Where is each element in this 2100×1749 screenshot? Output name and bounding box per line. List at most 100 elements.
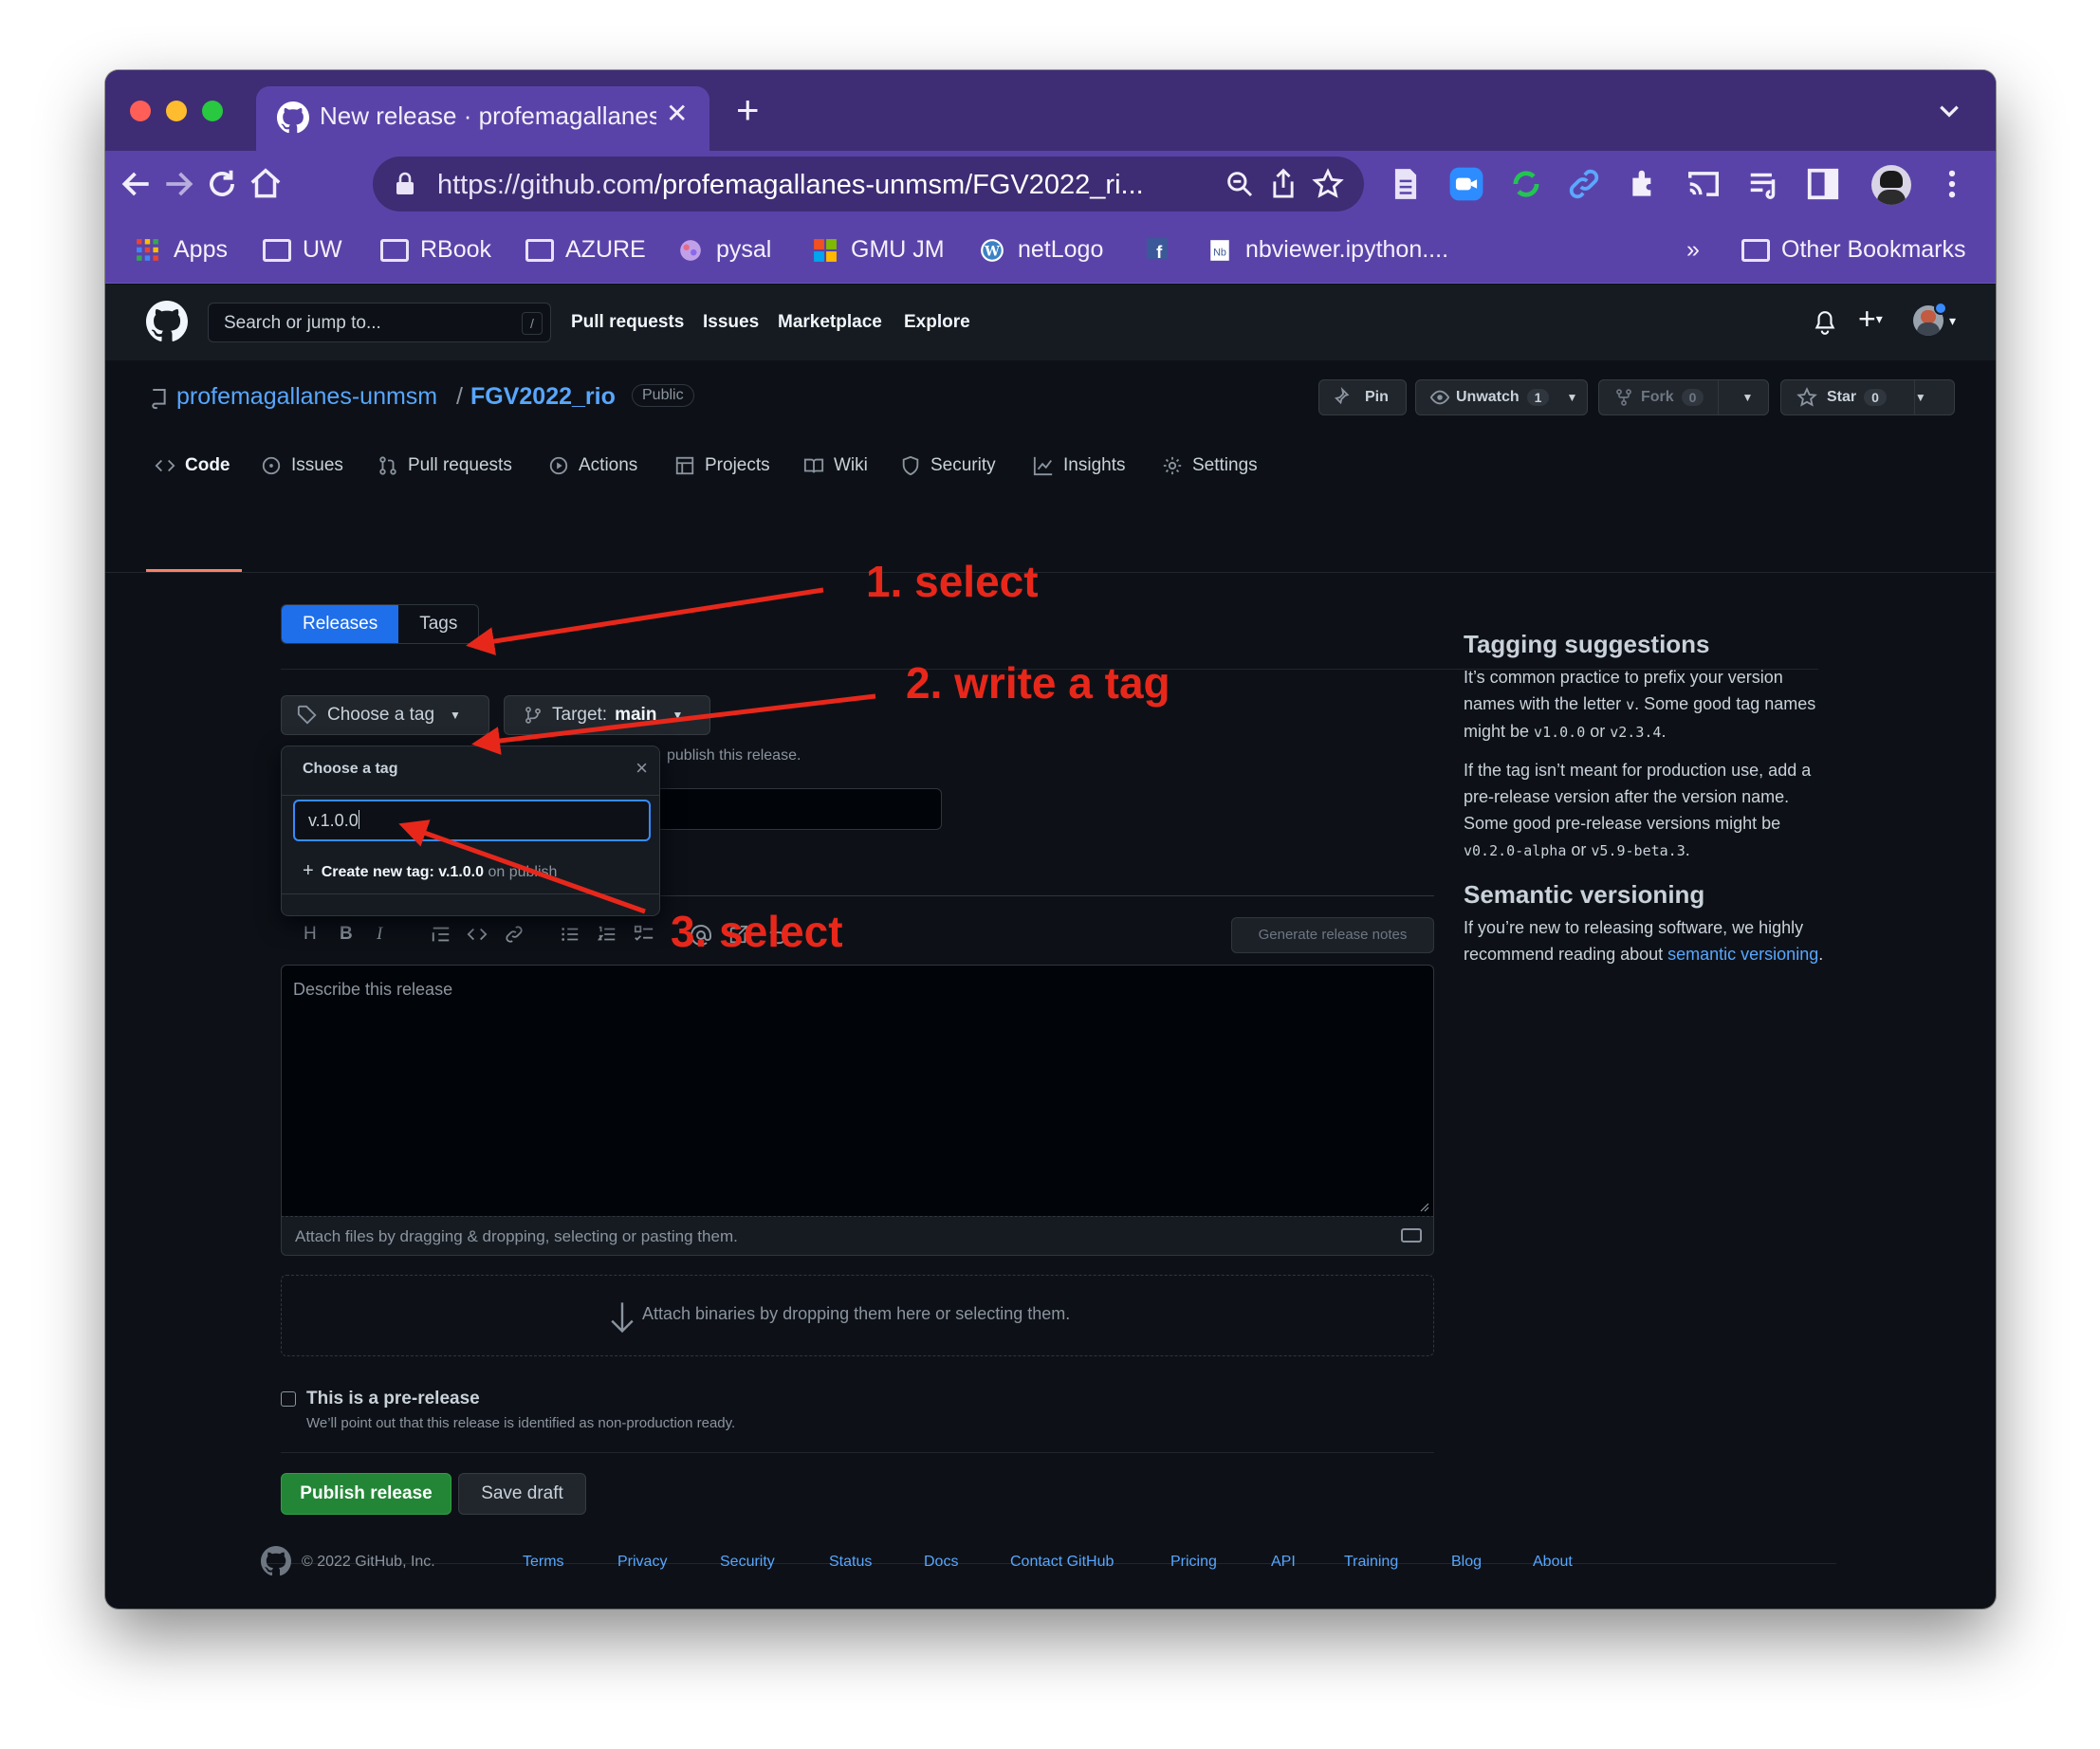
link-extension-icon[interactable]	[1566, 166, 1602, 202]
create-new-tag-option[interactable]: + Create new tag: v.1.0.0 on publish	[303, 860, 557, 882]
sync-extension-icon[interactable]	[1508, 166, 1544, 202]
bulleted-list-icon[interactable]	[560, 924, 580, 945]
bookmark-pysal[interactable]: pysal	[676, 236, 771, 264]
tab-security[interactable]: Security	[900, 455, 996, 476]
pin-button[interactable]: Pin	[1318, 379, 1407, 415]
footer-link-blog[interactable]: Blog	[1451, 1554, 1482, 1571]
footer-link-api[interactable]: API	[1271, 1554, 1296, 1571]
markdown-icon[interactable]	[1401, 1228, 1422, 1243]
media-queue-icon[interactable]	[1746, 166, 1782, 202]
footer-link-contact[interactable]: Contact GitHub	[1010, 1554, 1114, 1571]
attach-binaries-dropzone[interactable]: Attach binaries by dropping them here or…	[281, 1275, 1434, 1356]
home-icon[interactable]	[248, 166, 284, 202]
bookmark-netlogo[interactable]: W netLogo	[978, 236, 1103, 264]
address-bar[interactable]: https://github.com/profemagallanes-unmsm…	[373, 156, 1364, 212]
bookmark-apps[interactable]: Apps	[134, 236, 228, 264]
close-icon[interactable]: ×	[636, 756, 648, 781]
code-tool-icon[interactable]	[467, 924, 488, 945]
repo-owner-link[interactable]: profemagallanes-unmsm	[176, 383, 437, 411]
more-bookmarks-button[interactable]: »	[1686, 236, 1700, 264]
notifications-bell-icon[interactable]	[1813, 309, 1837, 336]
reload-icon[interactable]	[204, 166, 240, 202]
numbered-list-icon[interactable]	[597, 924, 617, 945]
forward-icon[interactable]	[160, 166, 196, 202]
lock-icon[interactable]	[394, 172, 416, 196]
tab-actions[interactable]: Actions	[548, 455, 637, 476]
profile-avatar[interactable]	[1871, 165, 1911, 205]
star-button[interactable]: Star 0 ▼	[1780, 379, 1955, 415]
cast-icon[interactable]	[1686, 166, 1722, 202]
bold-tool-icon[interactable]: B	[340, 924, 353, 945]
bookmark-gmu-jm[interactable]: GMU JM	[811, 236, 945, 264]
extension-doc-icon[interactable]	[1388, 166, 1424, 202]
publish-release-button[interactable]: Publish release	[281, 1473, 451, 1515]
tab-wiki[interactable]: Wiki	[803, 455, 868, 476]
link-tool-icon[interactable]	[504, 924, 525, 945]
close-window-button[interactable]	[130, 101, 151, 121]
footer-link-terms[interactable]: Terms	[523, 1554, 564, 1571]
release-description-textarea[interactable]: Describe this release	[281, 965, 1434, 1216]
bookmark-folder-uw[interactable]: UW	[263, 236, 342, 264]
nav-marketplace[interactable]: Marketplace	[778, 312, 882, 333]
github-footer-logo-icon[interactable]	[261, 1546, 291, 1576]
task-list-icon[interactable]	[634, 924, 654, 945]
extensions-puzzle-icon[interactable]	[1627, 166, 1663, 202]
create-new-plus-icon[interactable]: +▾	[1858, 302, 1883, 337]
zoom-app-icon[interactable]	[1448, 166, 1484, 202]
subnav-releases[interactable]: Releases	[282, 605, 399, 643]
avatar-dropdown-caret-icon[interactable]: ▾	[1949, 313, 1956, 329]
semantic-versioning-link[interactable]: semantic versioning	[1667, 945, 1818, 964]
target-branch-button[interactable]: Target: main ▼	[504, 695, 710, 735]
footer-link-security[interactable]: Security	[720, 1554, 775, 1571]
tag-name-input[interactable]: v.1.0.0	[293, 800, 651, 841]
tab-search-chevron-icon[interactable]	[1937, 99, 1962, 123]
back-icon[interactable]	[119, 166, 155, 202]
generate-release-notes-button[interactable]: Generate release notes	[1231, 917, 1434, 953]
new-tab-button[interactable]: +	[736, 90, 760, 130]
zoom-icon[interactable]	[1225, 169, 1255, 199]
choose-tag-button[interactable]: Choose a tag ▼	[281, 695, 489, 735]
browser-tab-active[interactable]: New release · profemagallanes-unmsm/FGV2…	[256, 86, 709, 151]
italic-tool-icon[interactable]: I	[377, 924, 382, 945]
footer-link-training[interactable]: Training	[1344, 1554, 1398, 1571]
release-title-input[interactable]	[655, 788, 942, 830]
tab-code[interactable]: Code	[155, 455, 230, 476]
nav-pull-requests[interactable]: Pull requests	[571, 312, 684, 333]
bookmark-star-icon[interactable]	[1312, 168, 1344, 200]
bookmark-facebook[interactable]: f	[1143, 236, 1171, 261]
minimize-window-button[interactable]	[166, 101, 187, 121]
tab-projects[interactable]: Projects	[674, 455, 770, 476]
bookmark-folder-rbook[interactable]: RBook	[380, 236, 491, 264]
share-icon[interactable]	[1268, 168, 1299, 200]
side-panel-icon[interactable]	[1805, 166, 1841, 202]
footer-link-about[interactable]: About	[1533, 1554, 1573, 1571]
browser-menu-icon[interactable]	[1934, 166, 1970, 202]
repo-name-link[interactable]: FGV2022_rio	[470, 383, 616, 411]
subnav-tags[interactable]: Tags	[398, 605, 478, 643]
prerelease-label[interactable]: This is a pre-release	[306, 1389, 480, 1409]
nav-explore[interactable]: Explore	[904, 312, 970, 333]
save-draft-button[interactable]: Save draft	[458, 1473, 586, 1515]
quote-tool-icon[interactable]	[431, 924, 451, 945]
fork-button[interactable]: Fork 0 ▼	[1598, 379, 1769, 415]
github-search-input[interactable]: Search or jump to... /	[208, 303, 551, 342]
footer-link-docs[interactable]: Docs	[924, 1554, 958, 1571]
bookmark-other[interactable]: Other Bookmarks	[1741, 236, 1966, 264]
tab-issues[interactable]: Issues	[261, 455, 343, 476]
heading-tool-icon[interactable]: H	[304, 924, 317, 945]
tab-insights[interactable]: Insights	[1033, 455, 1125, 476]
footer-link-pricing[interactable]: Pricing	[1170, 1554, 1217, 1571]
footer-link-privacy[interactable]: Privacy	[617, 1554, 667, 1571]
tab-close-icon[interactable]: ✕	[666, 98, 688, 129]
maximize-window-button[interactable]	[202, 101, 223, 121]
nav-issues[interactable]: Issues	[703, 312, 759, 333]
unwatch-button[interactable]: Unwatch 1 ▼	[1415, 379, 1588, 415]
tab-pull-requests[interactable]: Pull requests	[378, 455, 512, 476]
tab-settings[interactable]: Settings	[1162, 455, 1258, 476]
footer-link-status[interactable]: Status	[829, 1554, 872, 1571]
bookmark-folder-azure[interactable]: AZURE	[525, 236, 646, 264]
attach-files-bar[interactable]: Attach files by dragging & dropping, sel…	[281, 1216, 1434, 1256]
github-logo-icon[interactable]	[146, 301, 188, 342]
bookmark-nbviewer[interactable]: Nb nbviewer.ipython....	[1206, 236, 1448, 264]
resize-handle-icon[interactable]	[1418, 1201, 1429, 1212]
